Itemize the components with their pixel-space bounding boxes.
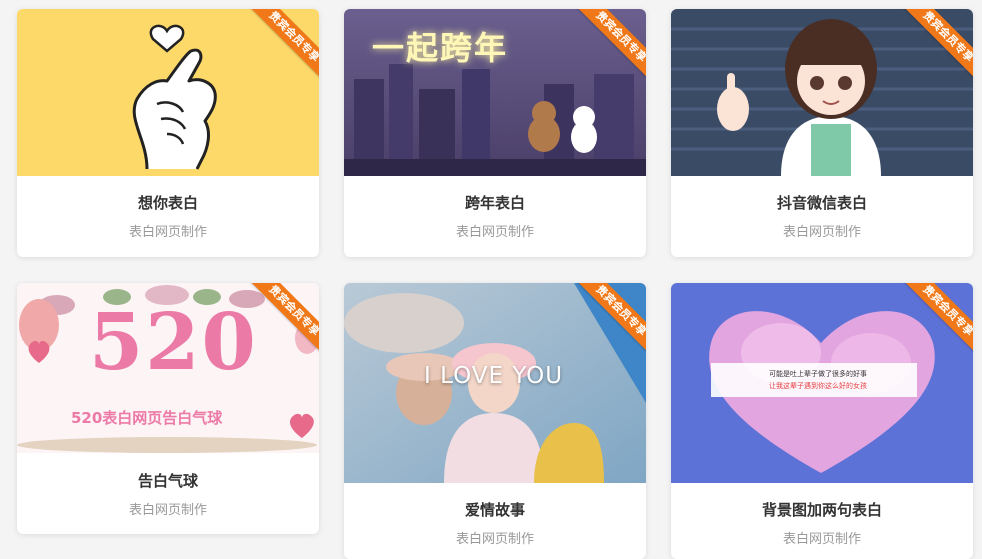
card-6-thumbnail[interactable]: 可能是吐上辈子做了很多的好事 让我这辈子遇到你这么好的女孩 (671, 283, 973, 483)
card-3-title: 抖音微信表白 (776, 194, 867, 212)
card-5-thumbnail[interactable]: I LOVE YOU (344, 283, 646, 483)
template-card-4[interactable]: 520 520表白网页告白气球 贵宾会员专享 告白气球 表白网页制作 (17, 283, 319, 534)
card-6-title: 背景图加两句表白 (761, 501, 882, 519)
card-6-subtitle: 表白网页制作 (782, 532, 861, 547)
card-4-thumbnail[interactable]: 520 520表白网页告白气球 (17, 283, 319, 453)
cloud-heart-image (671, 283, 973, 483)
template-card-3[interactable]: 贵宾会员专享 抖音微信表白 表白网页制作 (671, 9, 973, 257)
card-4-subtitle: 表白网页制作 (128, 503, 207, 518)
template-card-2[interactable]: 一起跨年 贵宾会员专享 跨年表白 表白网页制作 (344, 9, 646, 257)
finger-heart-icon (17, 9, 319, 176)
card-3-thumbnail[interactable] (671, 9, 973, 176)
couple-photo-image (344, 283, 646, 483)
template-grid: 贵宾会员专享 想你表白 表白网页制作 一起跨年 贵宾会员专享 跨年表白 表白网页… (0, 0, 982, 559)
template-card-1[interactable]: 贵宾会员专享 想你表白 表白网页制作 (17, 9, 319, 257)
card-3-subtitle: 表白网页制作 (782, 225, 861, 240)
city-night-image (344, 9, 646, 176)
anime-girl-image (671, 9, 973, 176)
card-4-title: 告白气球 (137, 472, 198, 490)
card-5-subtitle: 表白网页制作 (455, 532, 534, 547)
card-1-thumbnail[interactable] (17, 9, 319, 176)
card-2-subtitle: 表白网页制作 (455, 225, 534, 240)
card-2-title: 跨年表白 (464, 194, 525, 212)
card-1-subtitle: 表白网页制作 (128, 225, 207, 240)
balloon-520-image (17, 283, 319, 453)
card-2-thumbnail[interactable]: 一起跨年 (344, 9, 646, 176)
card-5-title: 爱情故事 (464, 501, 525, 519)
template-card-5[interactable]: I LOVE YOU 贵宾会员专享 爱情故事 表白网页制作 (344, 283, 646, 559)
card-1-title: 想你表白 (137, 194, 198, 212)
template-card-6[interactable]: 可能是吐上辈子做了很多的好事 让我这辈子遇到你这么好的女孩 贵宾会员专享 背景图… (671, 283, 973, 559)
